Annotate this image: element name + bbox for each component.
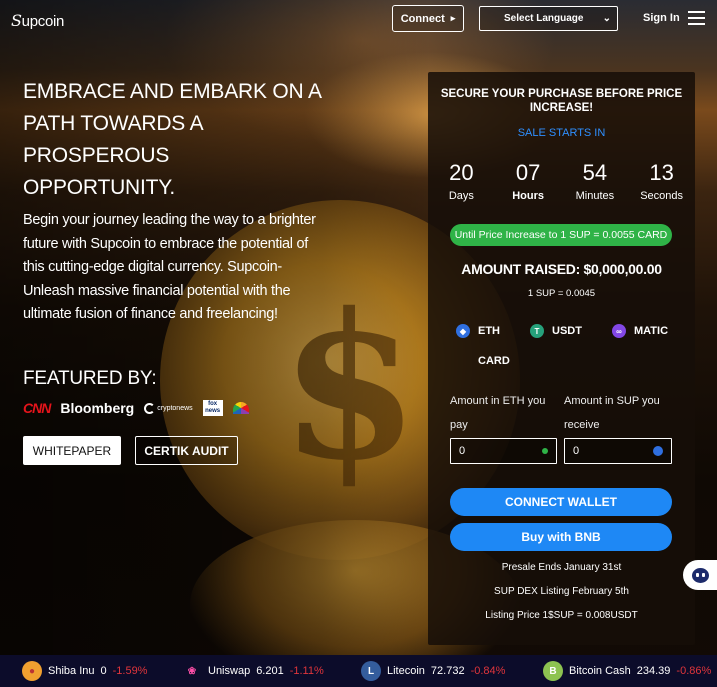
presale-ends-text: Presale Ends January 31st [501, 562, 622, 573]
countdown-seconds-value: 13 [649, 160, 674, 185]
pay-amount-value: 0 [459, 445, 466, 457]
presale-heading: SECURE YOUR PURCHASE BEFORE PRICE INCREA… [440, 88, 683, 114]
cryptonews-logo-text: cryptonews [157, 404, 193, 412]
countdown-minutes-value: 54 [582, 160, 608, 185]
certik-audit-button[interactable]: CERTIK AUDIT [135, 436, 238, 465]
pay-option-usdt[interactable]: T USDT [530, 324, 582, 338]
receive-amount-label: Amount in SUP you receive [564, 395, 660, 431]
ticker-item[interactable]: ● Shiba Inu 0 -1.59% [22, 661, 147, 681]
matic-icon: ∞ [612, 324, 626, 338]
eth-icon: ◆ [456, 324, 470, 338]
pay-amount-label: Amount in ETH you pay [450, 395, 546, 431]
ticker-name: Bitcoin Cash [569, 665, 631, 677]
chat-widget-button[interactable] [683, 560, 717, 590]
card-icon [456, 354, 470, 368]
hero-title: EMBRACE AND EMBARK ON A PATH TOWARDS A P… [23, 80, 321, 199]
ticker-price: 6.201 [256, 665, 284, 677]
countdown-hours-value: 07 [515, 160, 541, 185]
bloomberg-logo: Bloomberg [60, 400, 135, 416]
chevron-down-icon: ⌄ [602, 13, 611, 24]
featured-by-label: FEATURED BY: [23, 368, 157, 389]
countdown-hours-label: Hours [512, 190, 545, 202]
ticker-name: Shiba Inu [48, 665, 95, 677]
cryptonews-logo: cryptonews [144, 402, 193, 414]
ticker-change: -0.84% [470, 665, 506, 677]
cnn-logo: CNN [23, 400, 51, 416]
countdown-seconds: 13 Seconds [628, 160, 695, 202]
ticker-change: -1.59% [112, 665, 148, 677]
logo-s-glyph: S [11, 11, 22, 30]
price-increase-badge: Until Price Increase to 1 SUP = 0.0055 C… [450, 224, 672, 246]
ticker-name: Litecoin [387, 665, 425, 677]
countdown-days-value: 20 [449, 160, 474, 185]
countdown-timer: 20 Days 07 Hours 54 Minutes 13 Seconds [428, 160, 695, 202]
ticker-name: Uniswap [208, 665, 251, 677]
receive-amount-input[interactable]: 0 [564, 438, 672, 464]
chat-bot-icon [692, 567, 709, 583]
ticker-item[interactable]: B Bitcoin Cash 234.39 -0.86% [543, 661, 711, 681]
sup-rate: 1 SUP = 0.0045 [527, 288, 596, 299]
connect-wallet-button[interactable]: CONNECT WALLET [450, 488, 672, 516]
ticker-price: 234.39 [636, 665, 671, 677]
foxnews-logo: fox news [202, 400, 223, 416]
amount-raised: AMOUNT RAISED: $0,000,00.00 [461, 261, 662, 277]
pay-amount-input[interactable]: 0 [450, 438, 557, 464]
countdown-minutes: 54 Minutes [562, 160, 629, 202]
countdown-hours: 07 Hours [495, 160, 562, 202]
buy-with-bnb-button[interactable]: Buy with BNB [450, 523, 672, 551]
logo-text: upcoin [21, 13, 65, 30]
ticker-price: 0 [100, 665, 107, 677]
listing-price-text: Listing Price 1$SUP = 0.008USDT [485, 610, 638, 621]
chevron-right-icon: ▸ [450, 13, 456, 23]
eth-token-icon [542, 448, 548, 454]
whitepaper-button[interactable]: WHITEPAPER [23, 436, 121, 465]
nbc-peacock-icon [232, 402, 249, 414]
pay-option-eth[interactable]: ◆ ETH [456, 324, 500, 338]
signin-link[interactable]: Sign In [643, 12, 680, 24]
usdt-icon: T [530, 324, 544, 338]
litecoin-icon: L [361, 661, 381, 681]
cryptonews-icon [144, 402, 156, 414]
presale-panel: SECURE YOUR PURCHASE BEFORE PRICE INCREA… [428, 72, 695, 645]
site-logo[interactable]: Supcoin [11, 11, 64, 30]
shiba-inu-icon: ● [22, 661, 42, 681]
connect-label: Connect [400, 12, 445, 25]
dex-listing-text: SUP DEX Listing February 5th [494, 586, 629, 597]
hero-description: Begin your journey leading the way to a … [23, 212, 316, 322]
bitcoin-cash-icon: B [543, 661, 563, 681]
connect-button[interactable]: Connect ▸ [392, 5, 464, 32]
pay-option-card[interactable]: CARD [456, 354, 510, 368]
ticker-item[interactable]: L Litecoin 72.732 -0.84% [361, 661, 505, 681]
pay-option-matic-label: MATIC [634, 325, 669, 337]
countdown-seconds-label: Seconds [640, 190, 684, 202]
pay-option-card-label: CARD [478, 355, 510, 367]
ticker-change: -1.11% [289, 665, 324, 677]
ticker-price: 72.732 [430, 665, 465, 677]
featured-logos: CNN Bloomberg cryptonews fox news [23, 400, 249, 416]
sup-token-icon [653, 446, 663, 456]
countdown-days: 20 Days [428, 160, 495, 202]
ticker-item[interactable]: ❀ Uniswap 6.201 -1.11% [182, 661, 324, 681]
pay-option-matic[interactable]: ∞ MATIC [612, 324, 668, 338]
countdown-days-label: Days [448, 190, 474, 202]
uniswap-icon: ❀ [187, 665, 197, 677]
hamburger-menu-icon[interactable] [688, 11, 705, 29]
language-select[interactable]: Select Language ⌄ [479, 6, 618, 31]
countdown-minutes-label: Minutes [575, 190, 615, 202]
pay-option-usdt-label: USDT [552, 325, 582, 337]
sale-starts-label: SALE STARTS IN [517, 127, 606, 139]
ticker-change: -0.86% [676, 665, 712, 677]
price-ticker: ● Shiba Inu 0 -1.59% ❀ Uniswap 6.201 -1.… [0, 655, 717, 687]
language-select-label: Select Language [504, 13, 584, 24]
receive-amount-value: 0 [573, 445, 580, 457]
pay-option-eth-label: ETH [478, 325, 500, 337]
